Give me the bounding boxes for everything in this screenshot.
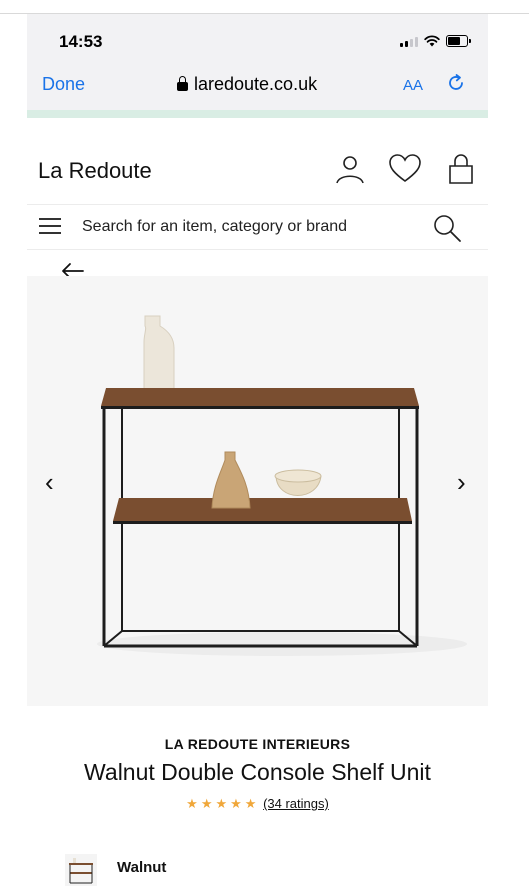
star-rating-icon: ★★★★★: [186, 796, 260, 811]
product-title: Walnut Double Console Shelf Unit: [84, 759, 431, 785]
lock-icon: [177, 76, 188, 91]
text-size-button[interactable]: AA: [403, 77, 423, 94]
search-icon[interactable]: [432, 213, 462, 243]
gallery-next-button[interactable]: ›: [457, 469, 466, 495]
text-size-label: AA: [403, 77, 424, 94]
battery-icon: [446, 35, 471, 47]
status-time: 14:53: [59, 32, 103, 51]
menu-icon[interactable]: [39, 218, 61, 234]
browser-chrome: 14:53 Done laredoute.co.uk AA: [27, 14, 488, 118]
selected-colour-label: Walnut: [117, 859, 167, 876]
basket-bag-icon[interactable]: [444, 152, 478, 186]
ratings-count-link[interactable]: (34 ratings): [263, 796, 329, 811]
done-button[interactable]: Done: [42, 74, 85, 95]
url-text: laredoute.co.uk: [194, 74, 318, 94]
page-load-progress: [27, 110, 488, 118]
site-logo[interactable]: La Redoute: [38, 158, 152, 184]
search-input[interactable]: Search for an item, category or brand: [82, 218, 347, 236]
gallery-prev-button[interactable]: ‹: [45, 469, 54, 495]
product-rating: ★★★★★ (34 ratings): [27, 796, 488, 812]
product-image: [97, 315, 467, 656]
product-image-gallery[interactable]: [27, 276, 488, 706]
colour-swatch-thumbnail[interactable]: [65, 854, 97, 886]
phone-screen: 14:53 Done laredoute.co.uk AA La Redoute: [27, 14, 488, 892]
wishlist-heart-icon[interactable]: [388, 152, 422, 186]
reload-icon[interactable]: [445, 72, 467, 94]
product-brand[interactable]: LA REDOUTE INTERIEURS: [27, 736, 488, 752]
cellular-signal-icon: [400, 36, 418, 47]
address-bar[interactable]: laredoute.co.uk: [177, 74, 317, 95]
wifi-icon: [424, 35, 440, 47]
search-bar: Search for an item, category or brand: [27, 204, 488, 250]
account-icon[interactable]: [333, 152, 367, 186]
status-icons: [400, 35, 471, 47]
